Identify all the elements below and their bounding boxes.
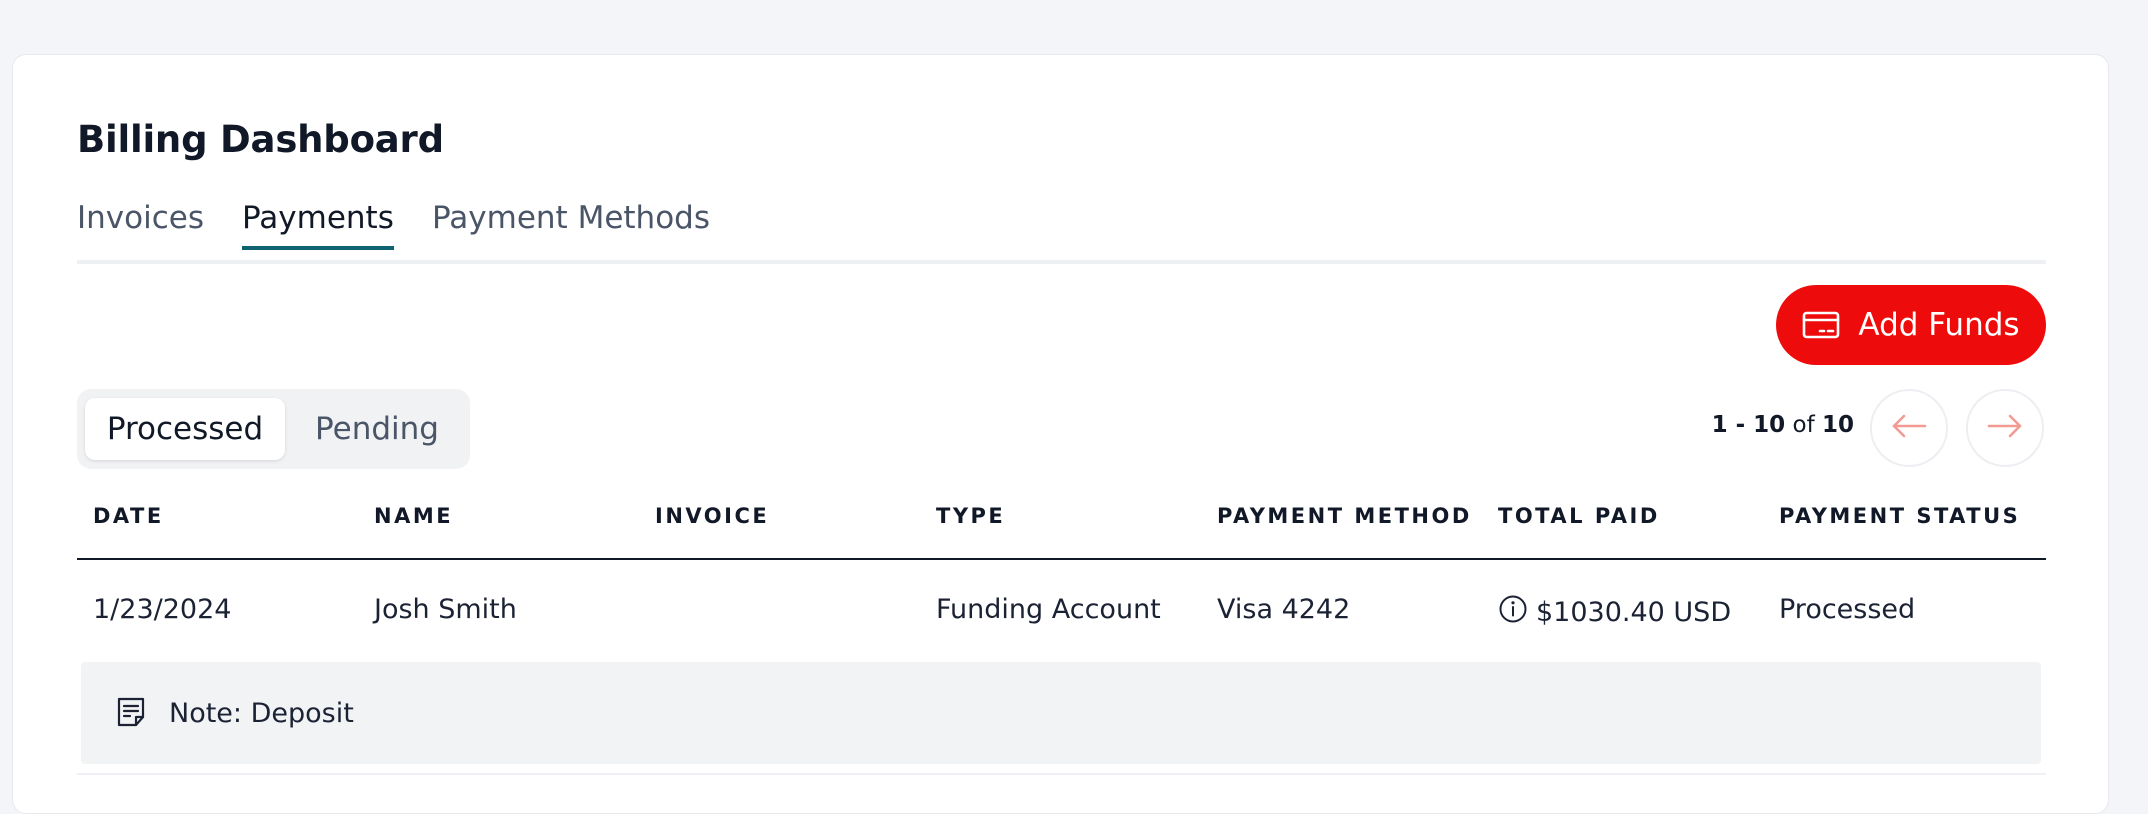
cell-payment-status: Processed	[1779, 594, 1916, 625]
row-note: Note: Deposit	[81, 662, 2041, 764]
range-end: 10	[1753, 412, 1786, 438]
arrow-right-icon	[1987, 413, 2023, 443]
arrow-left-icon	[1891, 413, 1927, 443]
info-icon[interactable]	[1498, 594, 1528, 631]
total-paid-amount: $1030.40 USD	[1536, 597, 1732, 628]
column-header-invoice[interactable]: INVOICE	[655, 504, 769, 528]
column-header-date[interactable]: DATE	[93, 504, 164, 528]
filter-pending-button[interactable]: Pending	[292, 398, 462, 460]
column-header-total-paid[interactable]: TOTAL PAID	[1498, 504, 1660, 528]
column-header-name[interactable]: NAME	[374, 504, 453, 528]
table-header: DATE NAME INVOICE TYPE PAYMENT METHOD TO…	[77, 490, 2046, 560]
range-separator: -	[1727, 412, 1754, 438]
billing-tabs: Invoices Payments Payment Methods	[77, 200, 2046, 264]
page-title: Billing Dashboard	[77, 118, 444, 161]
total-count: 10	[1821, 412, 1854, 438]
column-header-payment-status[interactable]: PAYMENT STATUS	[1779, 504, 2020, 528]
credit-card-icon	[1802, 310, 1840, 340]
range-start: 1	[1711, 412, 1728, 438]
tab-payments[interactable]: Payments	[242, 200, 394, 250]
filter-processed-button[interactable]: Processed	[85, 398, 285, 460]
cell-total-paid: $1030.40 USD	[1498, 594, 1731, 631]
tab-invoices[interactable]: Invoices	[77, 200, 204, 246]
next-page-button[interactable]	[1966, 389, 2044, 467]
column-header-type[interactable]: TYPE	[936, 504, 1005, 528]
add-funds-button[interactable]: Add Funds	[1776, 285, 2046, 365]
cell-name: Josh Smith	[374, 594, 517, 625]
add-funds-label: Add Funds	[1858, 307, 2020, 343]
previous-page-button[interactable]	[1870, 389, 1948, 467]
of-label: of	[1785, 412, 1822, 438]
note-text: Note: Deposit	[169, 698, 354, 729]
tab-payment-methods[interactable]: Payment Methods	[432, 200, 710, 246]
cell-type: Funding Account	[936, 594, 1161, 625]
cell-payment-method: Visa 4242	[1217, 594, 1351, 625]
cell-date: 1/23/2024	[93, 594, 232, 625]
note-icon	[115, 696, 147, 732]
row-divider	[77, 773, 2046, 775]
status-filter: Processed Pending	[77, 389, 470, 469]
column-header-payment-method[interactable]: PAYMENT METHOD	[1217, 504, 1472, 528]
pagination-summary: 1 - 10 of 10	[1700, 412, 1854, 438]
table-row[interactable]: 1/23/2024 Josh Smith Funding Account Vis…	[77, 560, 2046, 662]
